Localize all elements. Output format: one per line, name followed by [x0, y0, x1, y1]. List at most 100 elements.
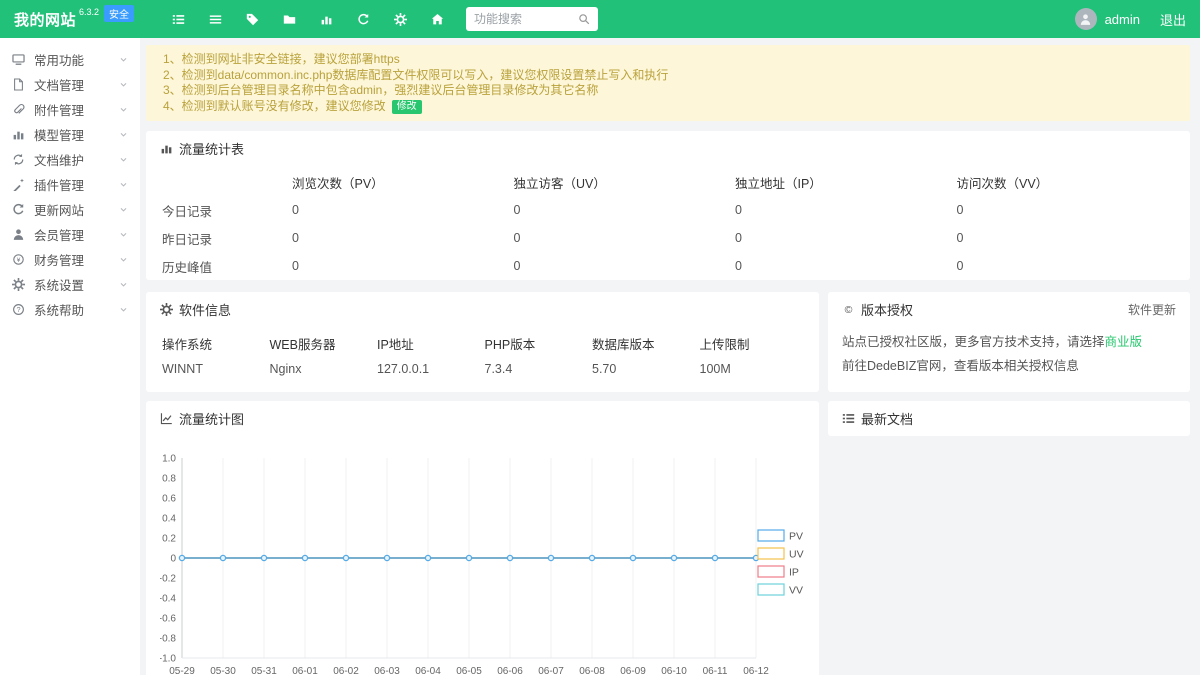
svg-text:05-30: 05-30 — [210, 666, 236, 675]
license-body: 站点已授权社区版，更多官方技术支持，请选择商业版 前往DedeBIZ官网，查看版… — [828, 327, 1190, 390]
svg-text:0.8: 0.8 — [162, 474, 176, 485]
commercial-version-link[interactable]: 商业版 — [1105, 335, 1143, 349]
svg-text:05-31: 05-31 — [251, 666, 277, 675]
software-info-card: 软件信息 操作系统WEB服务器IP地址PHP版本数据库版本上传限制WINNTNg… — [146, 292, 819, 392]
software-info-header: 软件信息 — [146, 292, 819, 327]
safe-badge[interactable]: 安全 — [104, 5, 134, 22]
paperclip-icon — [12, 103, 25, 116]
search-box[interactable] — [466, 7, 598, 31]
navbar: 我的网站 6.3.2 安全 admin 退出 — [0, 0, 1200, 38]
legend-item-pv[interactable]: PV — [758, 530, 803, 543]
sidebar-item-label: 模型管理 — [34, 125, 84, 144]
chevron-down-icon — [119, 180, 128, 189]
file-icon — [12, 78, 25, 91]
traffic-table-header-row: 浏览次数（PV）独立访客（UV）独立地址（IP）访问次数（VV） — [160, 168, 1176, 196]
chevron-down-icon — [119, 255, 128, 264]
sidebar-item-site-update[interactable]: 更新网站 — [0, 197, 140, 222]
chevron-down-icon — [119, 280, 128, 289]
logout-link[interactable]: 退出 — [1160, 10, 1186, 29]
magic-icon — [12, 178, 25, 191]
legend-item-ip[interactable]: IP — [758, 566, 799, 579]
software-table-header-row: 操作系统WEB服务器IP地址PHP版本数据库版本上传限制 — [160, 329, 805, 357]
sidebar-item-maintenance[interactable]: 文档维护 — [0, 147, 140, 172]
sidebar-item-label: 常用功能 — [34, 50, 84, 69]
tag-icon[interactable] — [246, 13, 259, 26]
bar-chart-icon — [160, 142, 173, 155]
sync-icon — [12, 153, 25, 166]
refresh-icon[interactable] — [357, 13, 370, 26]
license-text: 站点已授权社区版，更多官方技术支持，请选择 — [842, 335, 1105, 349]
chevron-down-icon — [119, 55, 128, 64]
traffic-chart: 1.00.80.60.40.20-0.2-0.4-0.6-0.8-1.005-2… — [160, 438, 805, 675]
svg-text:06-09: 06-09 — [620, 666, 646, 675]
svg-text:06-05: 06-05 — [456, 666, 482, 675]
avatar[interactable] — [1075, 8, 1097, 30]
svg-text:0.6: 0.6 — [162, 494, 176, 505]
chevron-down-icon — [119, 105, 128, 114]
license-header: © 版本授权 软件更新 — [828, 292, 1190, 327]
svg-text:UV: UV — [789, 549, 804, 561]
site-title: 我的网站 — [14, 9, 76, 30]
sidebar-item-label: 文档维护 — [34, 150, 84, 169]
svg-text:-0.4: -0.4 — [160, 594, 176, 605]
sidebar-item-settings[interactable]: 系统设置 — [0, 272, 140, 297]
version-label: 6.3.2 — [79, 7, 99, 17]
software-table: 操作系统WEB服务器IP地址PHP版本数据库版本上传限制WINNTNginx12… — [160, 329, 805, 380]
software-update-link[interactable]: 软件更新 — [1128, 301, 1176, 318]
stream-icon[interactable] — [172, 13, 185, 26]
svg-text:06-03: 06-03 — [374, 666, 400, 675]
traffic-table-row: 今日记录0000 — [160, 196, 1176, 224]
username[interactable]: admin — [1105, 12, 1140, 27]
svg-text:-1.0: -1.0 — [160, 654, 176, 665]
svg-text:06-07: 06-07 — [538, 666, 564, 675]
list-icon — [842, 412, 855, 425]
software-table-value-row: WINNTNginx127.0.0.17.3.45.70100M — [160, 357, 805, 380]
sidebar-item-finance[interactable]: ¥ 财务管理 — [0, 247, 140, 272]
chevron-down-icon — [119, 205, 128, 214]
legend-item-vv[interactable]: VV — [758, 584, 803, 597]
svg-text:1.0: 1.0 — [162, 454, 176, 465]
license-card: © 版本授权 软件更新 站点已授权社区版，更多官方技术支持，请选择商业版 前往D… — [828, 292, 1190, 392]
sidebar-item-plugins[interactable]: 插件管理 — [0, 172, 140, 197]
traffic-stats-header: 流量统计表 — [146, 131, 1190, 166]
sidebar-item-label: 财务管理 — [34, 250, 84, 269]
svg-text:0.4: 0.4 — [162, 514, 176, 525]
sidebar-item-help[interactable]: ?系统帮助 — [0, 297, 140, 322]
notice-line: 1、检测到网址非安全链接，建议您部署https — [163, 52, 1173, 68]
chevron-down-icon — [119, 305, 128, 314]
chevron-down-icon — [119, 80, 128, 89]
svg-text:06-06: 06-06 — [497, 666, 523, 675]
card-title: 版本授权 — [861, 300, 913, 319]
navbar-user-area: admin 退出 — [1075, 8, 1186, 30]
svg-text:06-01: 06-01 — [292, 666, 318, 675]
search-input[interactable] — [474, 12, 578, 26]
legend-item-uv[interactable]: UV — [758, 548, 804, 561]
sidebar-item-common[interactable]: 常用功能 — [0, 47, 140, 72]
fix-badge[interactable]: 修改 — [392, 100, 422, 114]
sidebar-item-label: 文档管理 — [34, 75, 84, 94]
notice-line: 4、检测到默认账号没有修改，建议您修改修改 — [163, 99, 1173, 115]
sidebar-item-attachments[interactable]: 附件管理 — [0, 97, 140, 122]
search-icon[interactable] — [578, 13, 590, 25]
svg-text:?: ? — [16, 305, 20, 314]
svg-text:IP: IP — [789, 567, 799, 579]
svg-text:VV: VV — [789, 585, 803, 597]
chevron-down-icon — [119, 230, 128, 239]
sidebar-item-models[interactable]: 模型管理 — [0, 122, 140, 147]
sidebar-menu: 常用功能文档管理附件管理模型管理文档维护插件管理更新网站会员管理 ¥ 财务管理系统设… — [0, 38, 140, 675]
sidebar-item-label: 附件管理 — [34, 100, 84, 119]
sidebar-item-members[interactable]: 会员管理 — [0, 222, 140, 247]
svg-text:06-02: 06-02 — [333, 666, 359, 675]
folder-icon[interactable] — [283, 13, 296, 26]
svg-text:0.2: 0.2 — [162, 534, 176, 545]
home-icon[interactable] — [431, 13, 444, 26]
cogs-icon — [160, 303, 173, 316]
bar-chart-icon[interactable] — [320, 13, 333, 26]
gear-icon[interactable] — [394, 13, 407, 26]
notice-line: 2、检测到data/common.inc.php数据库配置文件权限可以写入，建议… — [163, 68, 1173, 84]
traffic-chart-card: 流量统计图 1.00.80.60.40.20-0.2-0.4-0.6-0.8-1… — [146, 401, 819, 675]
coin-icon: ¥ — [12, 253, 25, 266]
sidebar-item-documents[interactable]: 文档管理 — [0, 72, 140, 97]
menu-icon[interactable] — [209, 13, 222, 26]
user-icon — [12, 228, 25, 241]
